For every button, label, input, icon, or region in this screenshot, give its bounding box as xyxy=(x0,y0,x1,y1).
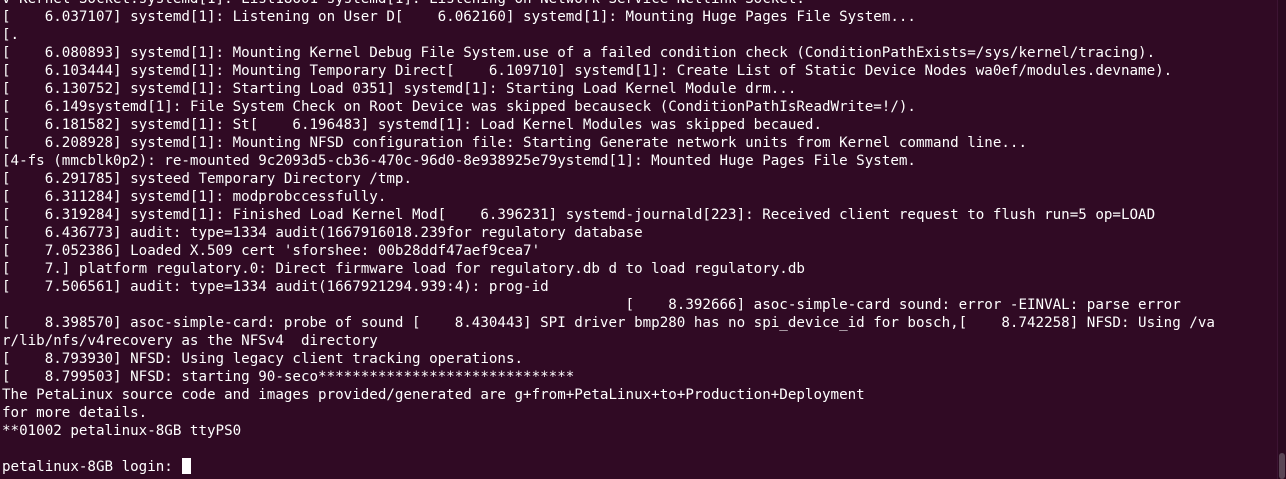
terminal-line: v Kernel Socket.systemd[1]: List18601 sy… xyxy=(2,0,1278,8)
terminal-line: [ 8.793930] NFSD: Using legacy client tr… xyxy=(2,351,524,367)
terminal-line: [ 6.149systemd[1]: File System Check on … xyxy=(2,99,916,115)
terminal-line: for more details. xyxy=(2,405,148,421)
terminal-line: [ 6.208928] systemd[1]: Mounting NFSD co… xyxy=(2,135,1027,151)
terminal-line: [ 8.392666] asoc-simple-card sound: erro… xyxy=(2,297,1181,313)
scrollbar-thumb[interactable] xyxy=(1279,453,1285,479)
terminal-line: [ 6.436773] audit: type=1334 audit(16679… xyxy=(2,225,643,241)
vertical-scrollbar[interactable] xyxy=(1277,0,1286,479)
terminal-line: [ 6.080893] systemd[1]: Mounting Kernel … xyxy=(2,45,1156,61)
login-prompt-line[interactable]: petalinux-8GB login: xyxy=(2,458,1278,476)
terminal-line: [ 8.799503] NFSD: starting 90-seco******… xyxy=(2,369,575,385)
terminal-line: [ 6.103444] systemd[1]: Mounting Tempora… xyxy=(2,63,1173,79)
terminal-line: [ 6.037107] systemd[1]: Listening on Use… xyxy=(2,9,916,25)
terminal-line: [ 6.291785] systeed Temporary Directory … xyxy=(2,171,412,187)
terminal-line: **01002 petalinux-8GB ttyPS0 xyxy=(2,423,242,439)
terminal-line: [ 7.] platform regulatory.0: Direct firm… xyxy=(2,261,805,277)
terminal-line: [ 6.181582] systemd[1]: St[ 6.196483] sy… xyxy=(2,117,822,133)
terminal-line: [ 7.506561] audit: type=1334 audit(16679… xyxy=(2,279,549,295)
terminal-line: The PetaLinux source code and images pro… xyxy=(2,387,865,403)
terminal-line: [ 8.398570] asoc-simple-card: probe of s… xyxy=(2,315,1215,331)
terminal-window[interactable]: v Kernel Socket.systemd[1]: List18601 sy… xyxy=(0,0,1278,479)
terminal-line: [. xyxy=(2,27,20,43)
terminal-line: [4-fs (mmcblk0p2): re-mounted 9c2093d5-c… xyxy=(2,153,916,169)
terminal-line: [ 7.052386] Loaded X.509 cert 'sforshee:… xyxy=(2,243,541,259)
terminal-line: r/lib/nfs/v4recovery as the NFSv4 direct… xyxy=(2,333,378,349)
terminal-output: v Kernel Socket.systemd[1]: List18601 sy… xyxy=(2,0,1278,476)
text-cursor[interactable] xyxy=(182,458,192,474)
terminal-line: [ 6.130752] systemd[1]: Starting Load 03… xyxy=(2,81,797,97)
login-prompt: petalinux-8GB login: xyxy=(2,459,182,475)
terminal-line: [ 6.311284] systemd[1]: modprobccessfull… xyxy=(2,189,387,205)
terminal-line: [ 6.319284] systemd[1]: Finished Load Ke… xyxy=(2,207,1156,223)
